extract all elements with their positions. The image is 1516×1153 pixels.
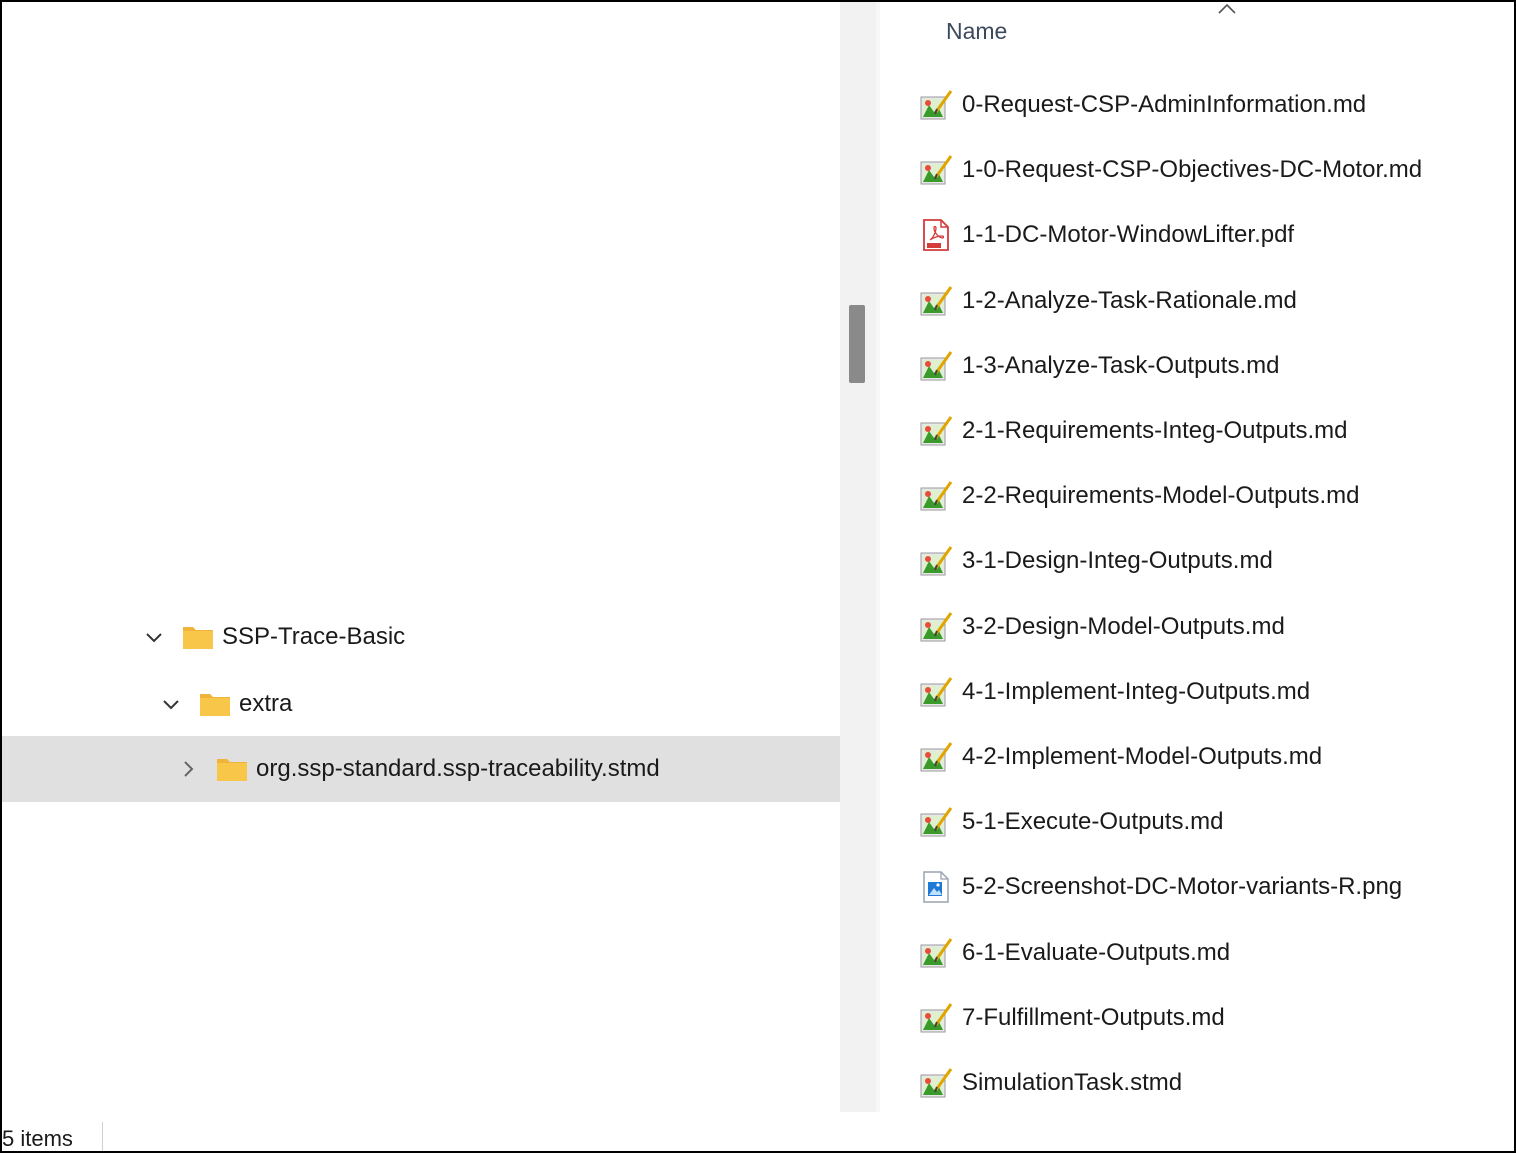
file-row[interactable]: 5-2-Screenshot-DC-Motor-variants-R.png <box>918 865 1402 909</box>
file-name: 5-1-Execute-Outputs.md <box>962 808 1224 836</box>
item-count: 5 items <box>2 1126 73 1151</box>
file-row[interactable]: 4-2-Implement-Model-Outputs.md <box>918 735 1322 779</box>
markdown-file-icon <box>918 805 954 839</box>
markdown-file-icon <box>918 88 954 122</box>
file-name: 0-Request-CSP-AdminInformation.md <box>962 91 1367 118</box>
tree-item-label: org.ssp-standard.ssp-traceability.stmd <box>256 755 660 782</box>
markdown-file-icon <box>918 1001 954 1035</box>
markdown-file-icon <box>918 1066 954 1100</box>
file-name: 5-2-Screenshot-DC-Motor-variants-R.png <box>962 873 1403 901</box>
column-header-name[interactable]: Name <box>946 18 1007 45</box>
markdown-file-icon <box>918 153 954 187</box>
file-list-pane: Name 0-Request-CSP-AdminInformation.md 1-… <box>880 2 1512 1112</box>
markdown-file-icon <box>918 675 954 709</box>
file-name: 2-1-Requirements-Integ-Outputs.md <box>962 417 1348 444</box>
file-name: 1-1-DC-Motor-WindowLifter.pdf <box>962 221 1295 249</box>
image-file-icon <box>918 870 954 904</box>
file-name: 7-Fulfillment-Outputs.md <box>962 1003 1225 1031</box>
file-name: 3-1-Design-Integ-Outputs.md <box>962 547 1273 575</box>
chevron-down-icon[interactable] <box>142 625 166 649</box>
markdown-file-icon <box>918 414 954 448</box>
file-row[interactable]: 1-0-Request-CSP-Objectives-DC-Motor.md <box>918 148 1422 192</box>
tree-item-ssp-trace-basic[interactable]: SSP-Trace-Basic <box>2 604 979 670</box>
markdown-file-icon <box>918 740 954 774</box>
markdown-file-icon <box>918 610 954 644</box>
file-row[interactable]: 5-1-Execute-Outputs.md <box>918 800 1223 844</box>
tree-item-label: SSP-Trace-Basic <box>222 623 406 650</box>
status-separator <box>102 1122 103 1151</box>
folder-icon <box>200 694 230 716</box>
markdown-file-icon <box>918 544 954 578</box>
markdown-file-icon <box>918 349 954 383</box>
file-name: 2-2-Requirements-Model-Outputs.md <box>962 482 1360 510</box>
file-name: 1-2-Analyze-Task-Rationale.md <box>962 286 1297 314</box>
file-name: 4-1-Implement-Integ-Outputs.md <box>962 677 1311 705</box>
file-name: 3-2-Design-Model-Outputs.md <box>962 612 1285 640</box>
file-row[interactable]: 2-2-Requirements-Model-Outputs.md <box>918 474 1360 518</box>
file-row[interactable]: 0-Request-CSP-AdminInformation.md <box>918 83 1366 127</box>
file-name: 1-3-Analyze-Task-Outputs.md <box>962 351 1280 379</box>
file-row[interactable]: 2-1-Requirements-Integ-Outputs.md <box>918 409 1348 453</box>
status-bar: 5 items <box>2 1112 1514 1151</box>
file-row[interactable]: 1-2-Analyze-Task-Rationale.md <box>918 279 1297 323</box>
markdown-file-icon <box>918 936 954 970</box>
chevron-right-icon[interactable] <box>176 757 200 781</box>
chevron-down-icon[interactable] <box>159 692 183 716</box>
navigation-pane: SSP-Trace-Basic extra org.ssp-standard.s… <box>2 2 1013 1112</box>
folder-icon <box>217 759 247 781</box>
navigation-scrollbar[interactable] <box>840 2 876 1112</box>
file-row[interactable]: 7-Fulfillment-Outputs.md <box>918 996 1225 1040</box>
folder-icon <box>183 627 213 649</box>
file-row[interactable]: 1-3-Analyze-Task-Outputs.md <box>918 344 1279 388</box>
markdown-file-icon <box>918 284 954 318</box>
file-row[interactable]: 6-1-Evaluate-Outputs.md <box>918 931 1230 975</box>
file-row[interactable]: SimulationTask.stmd <box>918 1061 1182 1105</box>
file-row[interactable]: 4-1-Implement-Integ-Outputs.md <box>918 670 1310 714</box>
pdf-file-icon <box>918 218 954 252</box>
markdown-file-icon <box>918 479 954 513</box>
file-row[interactable]: 3-2-Design-Model-Outputs.md <box>918 605 1285 649</box>
file-name: SimulationTask.stmd <box>962 1069 1183 1096</box>
file-name: 1-0-Request-CSP-Objectives-DC-Motor.md <box>962 156 1423 184</box>
scrollbar-thumb[interactable] <box>849 305 865 383</box>
file-name: 4-2-Implement-Model-Outputs.md <box>962 743 1323 770</box>
file-name: 6-1-Evaluate-Outputs.md <box>962 938 1231 966</box>
sort-ascending-icon <box>1218 3 1236 14</box>
file-row[interactable]: 3-1-Design-Integ-Outputs.md <box>918 539 1273 583</box>
tree-item-label: extra <box>239 690 293 717</box>
file-row[interactable]: 1-1-DC-Motor-WindowLifter.pdf <box>918 213 1294 257</box>
